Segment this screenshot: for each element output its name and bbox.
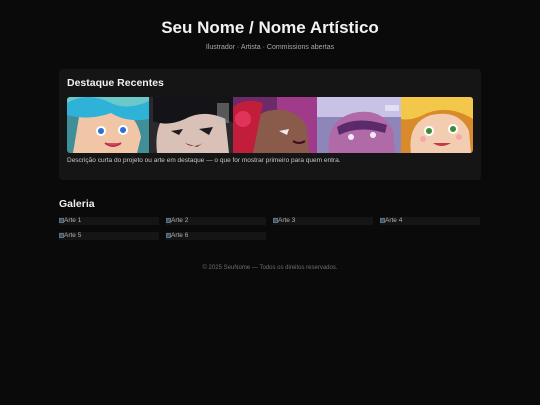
featured-section: Destaque Recentes Descrição curta do pro… — [59, 69, 481, 180]
gallery-title: Galeria — [59, 198, 95, 210]
featured-artwork[interactable] — [67, 97, 473, 153]
gallery-item-alt: Arte 6 — [171, 232, 189, 239]
footer-copyright: © 2025 SeuNome — Todos os direitos reser… — [202, 265, 338, 271]
featured-description: Descrição curta do projeto ou arte em de… — [67, 157, 341, 164]
art-panel-4 — [317, 97, 401, 153]
featured-title: Destaque Recentes — [67, 77, 164, 89]
gallery-item[interactable]: Arte 5 — [59, 232, 159, 240]
art-panel-1 — [67, 97, 149, 153]
art-panel-3 — [233, 97, 317, 153]
gallery-item-alt: Arte 4 — [385, 217, 403, 224]
page-title: Seu Nome / Nome Artístico — [161, 18, 379, 37]
gallery-item-alt: Arte 1 — [64, 217, 82, 224]
portfolio-page: Seu Nome / Nome Artístico Ilustrador · A… — [0, 0, 540, 405]
gallery-item-alt: Arte 2 — [171, 217, 189, 224]
gallery-item[interactable]: Arte 3 — [273, 217, 373, 225]
art-panel-2 — [149, 97, 233, 153]
page-subtitle: Ilustrador · Artista · Commissions abert… — [205, 44, 335, 51]
gallery-item[interactable]: Arte 6 — [166, 232, 266, 240]
gallery-item[interactable]: Arte 1 — [59, 217, 159, 225]
art-panel-5 — [401, 97, 473, 153]
gallery-item[interactable]: Arte 4 — [380, 217, 480, 225]
gallery-item-alt: Arte 5 — [64, 232, 82, 239]
gallery-item[interactable]: Arte 2 — [166, 217, 266, 225]
gallery-item-alt: Arte 3 — [278, 217, 296, 224]
